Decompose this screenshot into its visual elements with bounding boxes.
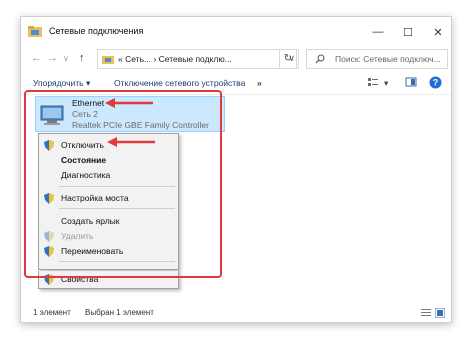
window-title: Сетевые подключения: [49, 26, 144, 36]
preview-pane-icon[interactable]: [405, 76, 417, 88]
details-view-icon[interactable]: [421, 308, 431, 318]
address-path: « Сеть... › Сетевые подклю...: [118, 54, 232, 64]
more-commands-button[interactable]: »: [257, 78, 262, 88]
recent-chevron-icon[interactable]: ∨: [63, 54, 69, 63]
organize-button[interactable]: Упорядочить ▾: [33, 78, 90, 89]
forward-arrow-icon[interactable]: →: [47, 52, 58, 64]
explorer-window: Сетевые подключения — ☐ ✕ ← → ∨ ↑ « Сеть…: [20, 16, 452, 323]
disable-device-button[interactable]: Отключение сетевого устройства: [114, 78, 245, 88]
help-icon[interactable]: ?: [429, 76, 442, 89]
search-placeholder: Поиск: Сетевые подключ...: [335, 54, 441, 64]
back-arrow-icon[interactable]: ←: [31, 52, 42, 64]
view-dropdown-icon[interactable]: ▾: [384, 78, 388, 89]
refresh-button[interactable]: ↻: [279, 49, 297, 69]
red-arrow-icon: [107, 137, 155, 147]
minimize-button[interactable]: —: [363, 17, 393, 47]
search-icon: [315, 54, 325, 64]
maximize-button[interactable]: ☐: [393, 17, 423, 47]
network-folder-icon: [102, 56, 114, 64]
status-bar: 1 элемент Выбран 1 элемент: [21, 304, 451, 322]
search-input[interactable]: Поиск: Сетевые подключ...: [306, 49, 448, 69]
view-options-icon[interactable]: [367, 76, 379, 88]
title-bar: Сетевые подключения — ☐ ✕: [21, 17, 451, 47]
close-button[interactable]: ✕: [423, 17, 453, 47]
large-icons-view-icon[interactable]: [435, 308, 445, 318]
network-folder-icon: [28, 26, 42, 37]
highlight-frame: [24, 90, 222, 278]
red-arrow-icon: [105, 98, 153, 108]
selected-count: Выбран 1 элемент: [85, 308, 154, 317]
address-bar[interactable]: « Сеть... › Сетевые подклю... ∨: [97, 49, 299, 69]
item-count: 1 элемент: [33, 308, 71, 317]
up-arrow-icon[interactable]: ↑: [79, 52, 85, 64]
svg-text:?: ?: [433, 78, 439, 88]
navigation-bar: ← → ∨ ↑ « Сеть... › Сетевые подклю... ∨ …: [21, 49, 451, 71]
